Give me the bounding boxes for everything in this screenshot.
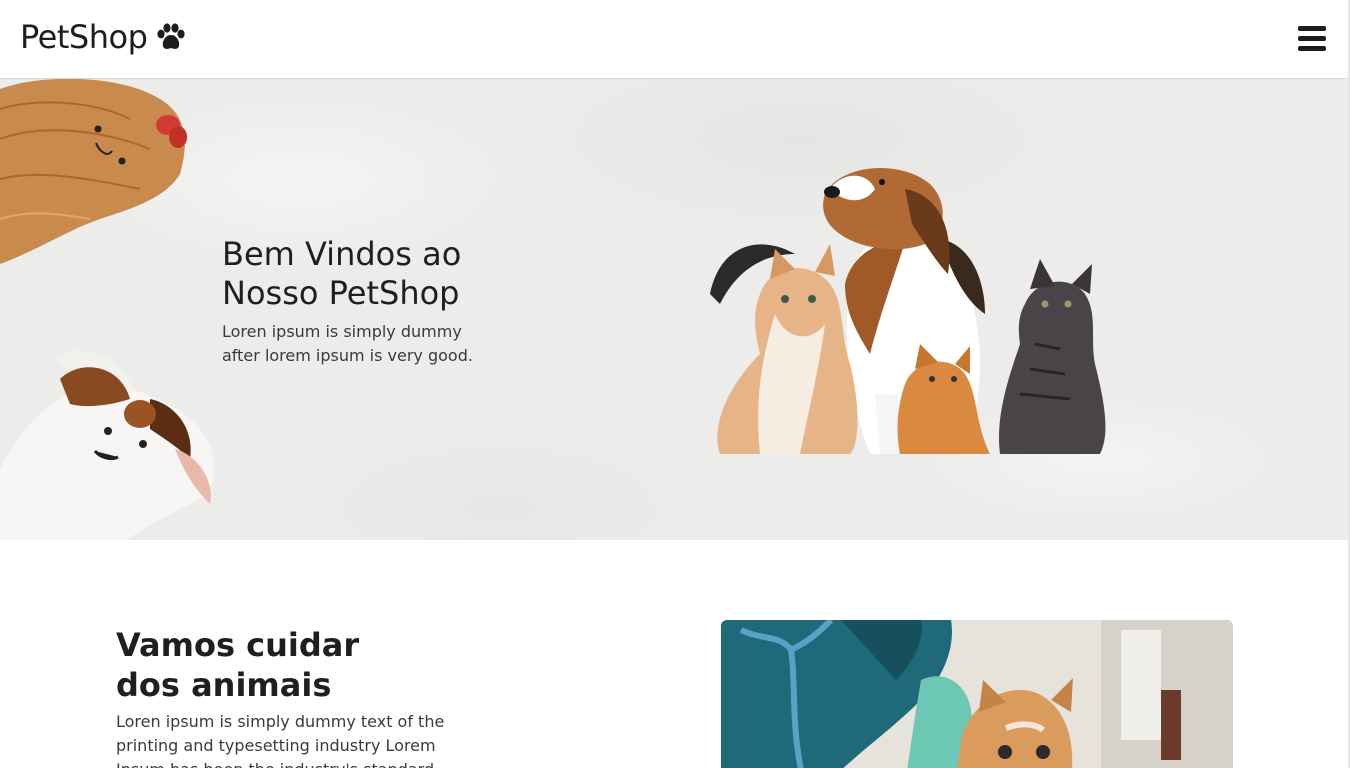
hero-banner: Bem Vindos ao Nosso PetShop Loren ipsum … — [0, 79, 1348, 540]
hamburger-line — [1298, 46, 1326, 51]
hero-subtitle-line: Loren ipsum is simply dummy — [222, 322, 462, 341]
about-text-line: printing and typesetting industry Lorem — [116, 736, 436, 755]
yorkie-dog-illustration — [0, 79, 187, 264]
brand-logo[interactable]: PetShop — [20, 18, 187, 56]
about-text-line: Loren ipsum is simply dummy text of the — [116, 712, 445, 731]
puppy-illustration — [0, 350, 215, 540]
brand-name: PetShop — [20, 18, 148, 56]
hero-title-line: Bem Vindos ao — [222, 235, 462, 273]
menu-toggle-button[interactable] — [1298, 26, 1326, 52]
hamburger-line — [1298, 26, 1326, 31]
about-text-line: Ipsum has been the industry's standard — [116, 760, 434, 768]
about-text: Loren ipsum is simply dummy text of the … — [116, 710, 456, 768]
paw-icon — [157, 23, 185, 49]
about-title-line: dos animais — [116, 666, 332, 704]
vet-photo-art — [721, 620, 1233, 768]
vet-with-cat-photo — [721, 620, 1233, 768]
hero-subtitle-line: after lorem ipsum is very good. — [222, 346, 473, 365]
hero-title-line: Nosso PetShop — [222, 274, 460, 312]
about-title: Vamos cuidar dos animais — [116, 625, 416, 705]
hero-title: Bem Vindos ao Nosso PetShop — [222, 235, 522, 313]
hamburger-line — [1298, 36, 1326, 41]
about-title-line: Vamos cuidar — [116, 626, 360, 664]
beagle-and-kittens-photo — [710, 167, 1106, 454]
hero-subtitle: Loren ipsum is simply dummy after lorem … — [222, 320, 492, 368]
site-header: PetShop — [0, 0, 1348, 79]
